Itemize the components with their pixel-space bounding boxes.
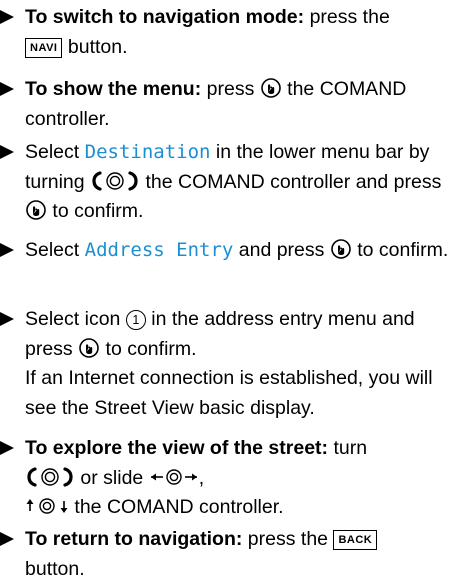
step-select-address-entry: Select Address Entry and press to confir… [0, 236, 460, 266]
step-select-icon: Select icon 1 in the address entry menu … [0, 305, 460, 423]
step-text: press the [242, 528, 329, 550]
address-entry-menu-item: Address Entry [84, 239, 234, 261]
step-text: , [198, 466, 205, 489]
callout-number-1: 1 [125, 310, 146, 330]
step-bullet [0, 82, 14, 96]
step-bullet [0, 145, 14, 159]
step-lead: To explore the view of the street: [25, 437, 329, 459]
step-text: to confirm. [47, 200, 144, 222]
step-text: to confirm. [351, 239, 449, 261]
step-bullet [0, 441, 14, 455]
press-controller-icon [79, 337, 99, 358]
step-text: press [201, 78, 255, 100]
step-bullet [0, 243, 14, 257]
step-return-navigation: To return to navigation: press the BACK … [0, 525, 460, 584]
step-text: and press [233, 239, 330, 261]
slide-up-down-icon [26, 498, 68, 514]
navi-key: NAVI [25, 37, 63, 58]
step-bullet [0, 532, 14, 546]
slide-left-right-icon [150, 468, 197, 485]
step-text: the COMAND controller. [69, 496, 284, 518]
step-text: button. [25, 557, 85, 580]
step-text: Select icon [25, 308, 126, 330]
step-text: or slide [75, 466, 149, 489]
press-controller-icon [260, 78, 281, 98]
step-text: to confirm. [100, 337, 197, 360]
step-select-destination: Select Destination in the lower menu bar… [0, 138, 460, 227]
step-switch-navigation: To switch to navigation mode: press the … [0, 3, 460, 62]
step-text: Select [25, 239, 85, 261]
step-show-menu: To show the menu: press the COMAND contr… [0, 75, 460, 134]
destination-menu-item: Destination [84, 141, 211, 163]
turn-controller-icon [27, 466, 73, 487]
instruction-page: To switch to navigation mode: press the … [0, 0, 464, 585]
step-lead: To show the menu: [25, 78, 202, 100]
step-bullet [0, 312, 14, 326]
step-explore-street: To explore the view of the street: turn … [0, 434, 460, 523]
back-key: BACK [333, 530, 378, 550]
step-note: If an Internet connection is established… [25, 367, 433, 419]
step-text: button. [62, 35, 128, 58]
step-lead: To switch to navigation mode: [25, 6, 305, 28]
turn-controller-icon [92, 170, 138, 191]
step-text: the COMAND controller and press [140, 170, 442, 193]
press-controller-icon [331, 239, 351, 259]
step-bullet [0, 10, 14, 24]
step-text: turn [328, 437, 368, 459]
press-controller-icon [26, 200, 46, 220]
step-lead: To return to navigation: [25, 528, 243, 550]
step-text: press the [304, 6, 390, 28]
step-text: Select [25, 141, 85, 163]
